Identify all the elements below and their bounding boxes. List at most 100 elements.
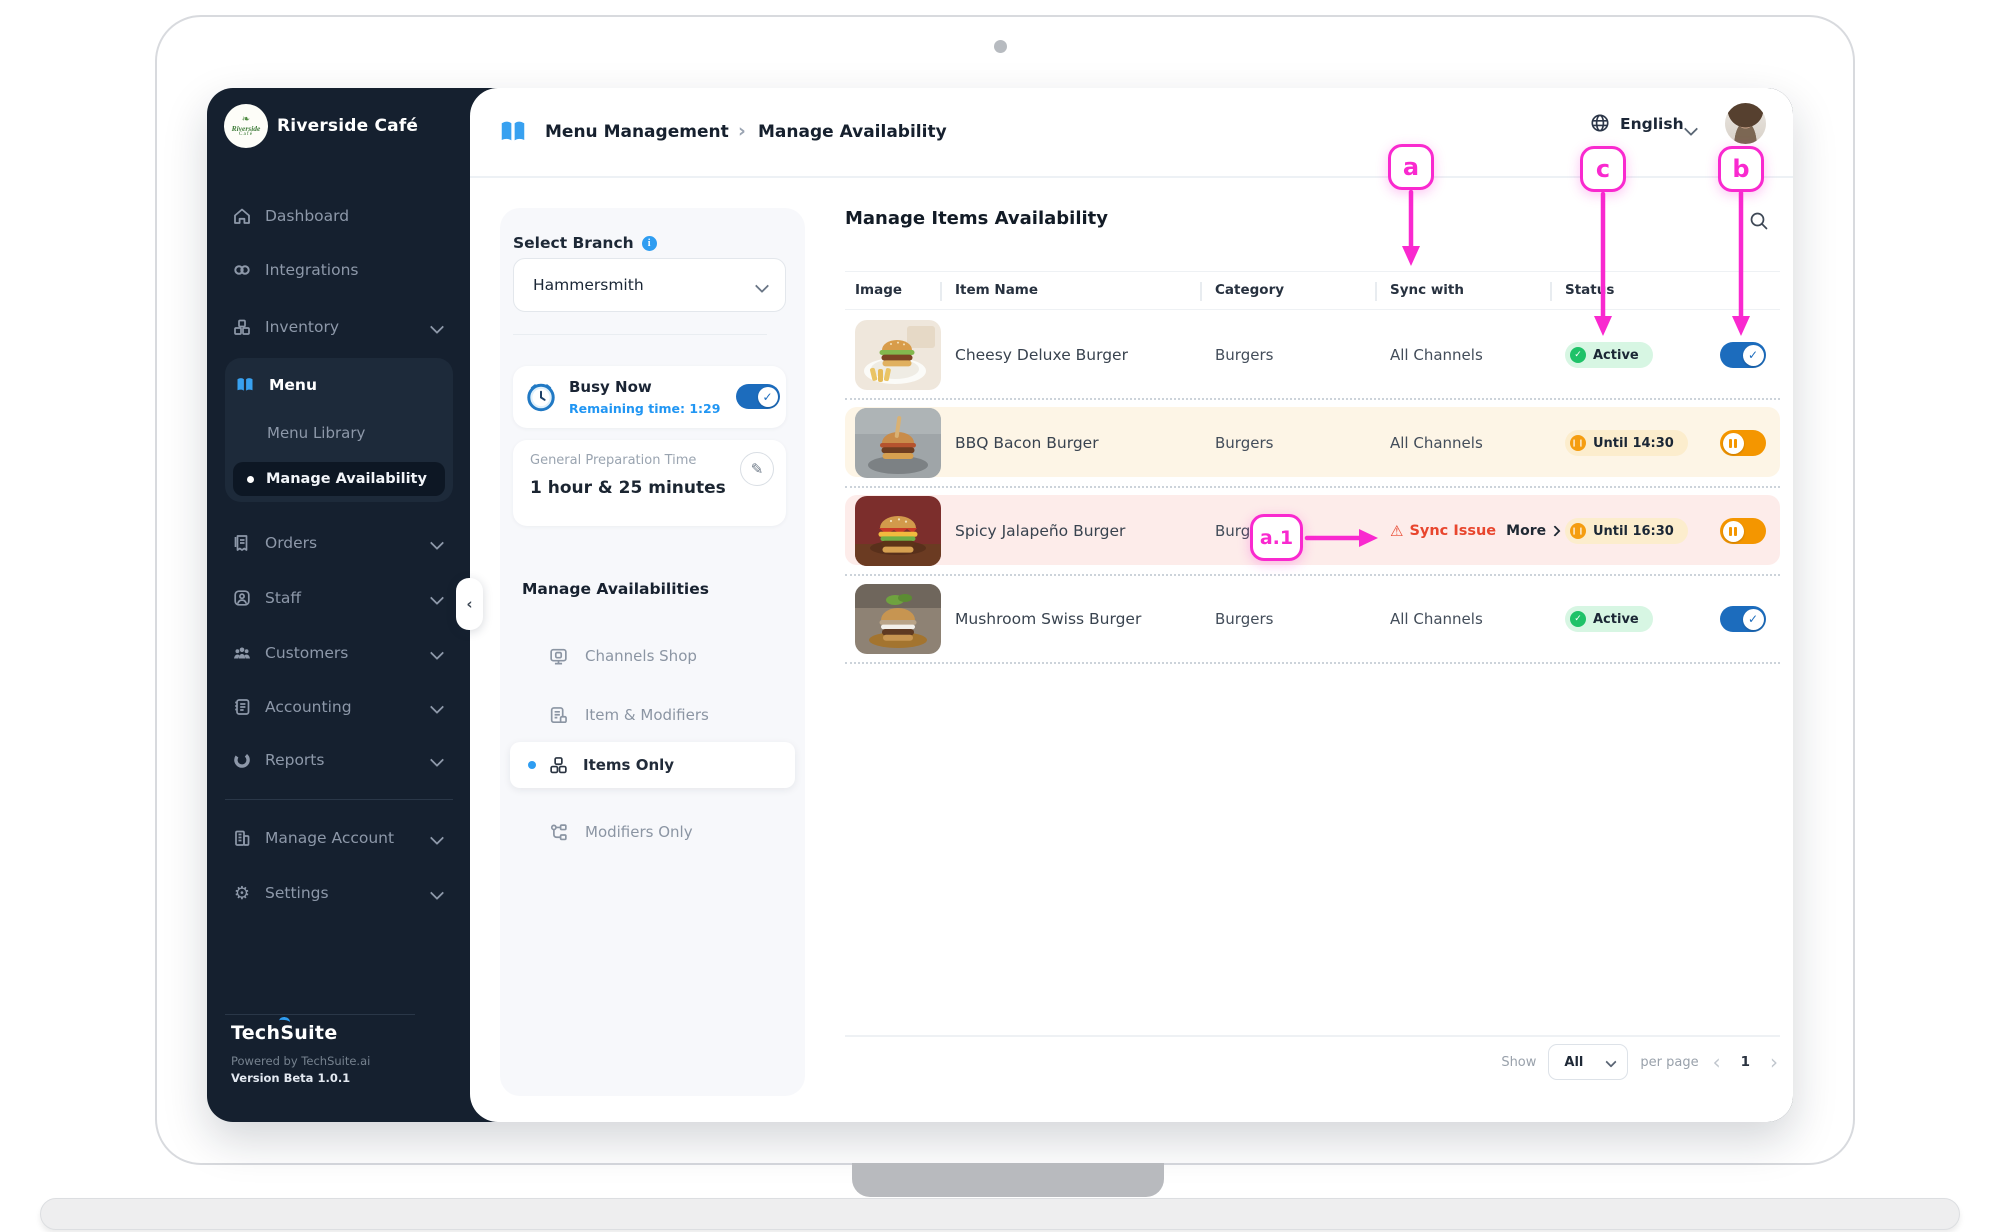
table-header-row: Image Item Name Category Sync with Statu… — [845, 271, 1780, 310]
info-icon[interactable]: i — [641, 235, 657, 251]
busy-now-toggle[interactable]: ✓ — [736, 384, 780, 409]
sidebar-collapse-handle[interactable]: ‹ — [456, 578, 483, 630]
sidebar-item-manage-account[interactable]: Manage Account — [207, 821, 470, 855]
sidebar-item-integrations[interactable]: Integrations — [207, 253, 470, 287]
items-availability-section: Manage Items Availability Image Item Nam… — [845, 196, 1780, 1046]
reports-chart-icon — [232, 750, 252, 770]
sidebar-item-customers[interactable]: Customers — [207, 636, 470, 670]
table-row[interactable]: BBQ Bacon Burger Burgers All Channels ❙❙… — [845, 400, 1780, 488]
sidebar-item-manage-availability[interactable]: Manage Availability — [233, 462, 445, 496]
sync-issue-text: Sync Issue — [1409, 523, 1497, 539]
pause-circle-icon: ❙❙ — [1570, 435, 1586, 451]
chevron-down-icon — [754, 276, 770, 295]
language-selector[interactable]: English — [1620, 115, 1684, 133]
availability-item-items-only[interactable]: Items Only — [510, 742, 795, 788]
annotation-marker-a1: a.1 — [1250, 514, 1303, 561]
availability-item-label: Items Only — [583, 756, 675, 774]
branch-dropdown[interactable]: Hammersmith — [513, 258, 786, 312]
prev-page-button[interactable]: ‹ — [1711, 1052, 1723, 1072]
sidebar-item-inventory[interactable]: Inventory — [207, 310, 470, 344]
availability-toggle-on[interactable]: ✓ — [1720, 606, 1766, 632]
active-bullet — [528, 761, 536, 769]
sync-issue-more-link[interactable]: More — [1506, 523, 1561, 539]
annotation-marker-c: c — [1580, 146, 1626, 192]
item-name: Cheesy Deluxe Burger — [955, 346, 1128, 364]
table-row[interactable]: Mushroom Swiss Burger Burgers All Channe… — [845, 576, 1780, 664]
availability-item-channels-shop[interactable]: Channels Shop — [500, 632, 805, 680]
sidebar-item-settings[interactable]: ⚙ Settings — [207, 876, 470, 910]
laptop-camera-dot — [994, 40, 1007, 53]
status-badge-active: ✓ Active — [1565, 606, 1653, 632]
page-title: Manage Items Availability — [845, 208, 1109, 229]
availability-item-label: Item & Modifiers — [585, 706, 709, 724]
sync-issue-cell: ⚠ Sync Issue More — [1390, 523, 1561, 539]
page-size-value: All — [1564, 1054, 1584, 1070]
page-size-select[interactable]: All — [1548, 1044, 1629, 1080]
availability-toggle-on[interactable]: ✓ — [1720, 342, 1766, 368]
toggle-knob-check: ✓ — [757, 386, 778, 407]
orders-receipt-icon — [232, 533, 252, 553]
header-separator — [1375, 282, 1377, 301]
annotation-arrow-c — [1594, 191, 1612, 336]
annotation-arrow-b — [1732, 190, 1750, 336]
prep-time-label: General Preparation Time — [530, 453, 697, 468]
annotation-marker-a: a — [1388, 144, 1434, 190]
chevron-down-icon — [429, 829, 445, 847]
item-category: Burgers — [1215, 610, 1274, 628]
laptop-base — [40, 1198, 1960, 1230]
pagination-bar: Show All per page ‹ 1 › — [1460, 1044, 1780, 1080]
item-name: Spicy Jalapeño Burger — [955, 522, 1126, 540]
chevron-down-icon — [429, 644, 445, 662]
sidebar-item-staff[interactable]: Staff — [207, 581, 470, 615]
annotation-marker-b: b — [1718, 146, 1764, 192]
edit-pencil-button[interactable]: ✎ — [740, 452, 774, 486]
chevron-down-icon — [429, 751, 445, 769]
col-category: Category — [1215, 282, 1285, 298]
chevron-down-icon — [429, 884, 445, 902]
breadcrumb-separator: › — [738, 120, 746, 142]
availability-toggle-paused[interactable] — [1720, 430, 1766, 456]
breadcrumb-current: Manage Availability — [758, 122, 947, 142]
branch-panel: Select Branch i Hammersmith Busy Now Rem… — [500, 208, 805, 1096]
status-badge-until: ❙❙ Until 16:30 — [1565, 518, 1688, 544]
active-bullet — [247, 475, 254, 483]
item-category: Burgers — [1215, 346, 1274, 364]
breadcrumb-root[interactable]: Menu Management — [545, 122, 729, 142]
laptop-hinge-notch — [852, 1163, 1164, 1197]
availability-item-item-modifiers[interactable]: Item & Modifiers — [500, 691, 805, 739]
clock-icon — [526, 382, 556, 412]
accounting-ledger-icon — [232, 697, 252, 717]
item-image — [855, 312, 955, 398]
status-badge-active: ✓ Active — [1565, 342, 1653, 368]
availability-toggle-paused[interactable] — [1720, 518, 1766, 544]
item-category: Burgers — [1215, 434, 1274, 452]
sidebar-item-label: Dashboard — [265, 207, 350, 225]
sidebar-item-dashboard[interactable]: Dashboard — [207, 199, 470, 233]
sidebar-item-label: Inventory — [265, 318, 340, 336]
globe-icon — [1589, 112, 1611, 134]
chevron-down-icon — [429, 534, 445, 552]
sidebar-item-menu[interactable]: Menu — [225, 368, 453, 402]
next-page-button[interactable]: › — [1768, 1052, 1780, 1072]
sidebar-item-accounting[interactable]: Accounting — [207, 690, 470, 724]
sidebar-item-reports[interactable]: Reports — [207, 743, 470, 777]
user-avatar[interactable] — [1725, 103, 1766, 144]
home-icon — [232, 206, 252, 226]
check-circle-icon: ✓ — [1570, 611, 1586, 627]
availability-item-modifiers-only[interactable]: Modifiers Only — [500, 808, 805, 856]
brand-name: Riverside Café — [277, 116, 419, 136]
sidebar-item-label: Orders — [265, 534, 318, 552]
inventory-boxes-icon — [232, 317, 252, 337]
item-name: BBQ Bacon Burger — [955, 434, 1099, 452]
items-boxes-icon — [548, 755, 569, 776]
table-row[interactable]: Cheesy Deluxe Burger Burgers All Channel… — [845, 312, 1780, 400]
item-image — [855, 576, 955, 662]
header-separator — [1200, 282, 1202, 301]
header-separator — [1550, 282, 1552, 301]
item-sync: All Channels — [1390, 610, 1483, 628]
chevron-right-icon — [1549, 525, 1561, 537]
sidebar-item-orders[interactable]: Orders — [207, 526, 470, 560]
sidebar-item-label: Reports — [265, 751, 325, 769]
sidebar-item-menu-library[interactable]: Menu Library — [267, 424, 365, 442]
chevron-down-icon[interactable] — [1683, 119, 1699, 138]
